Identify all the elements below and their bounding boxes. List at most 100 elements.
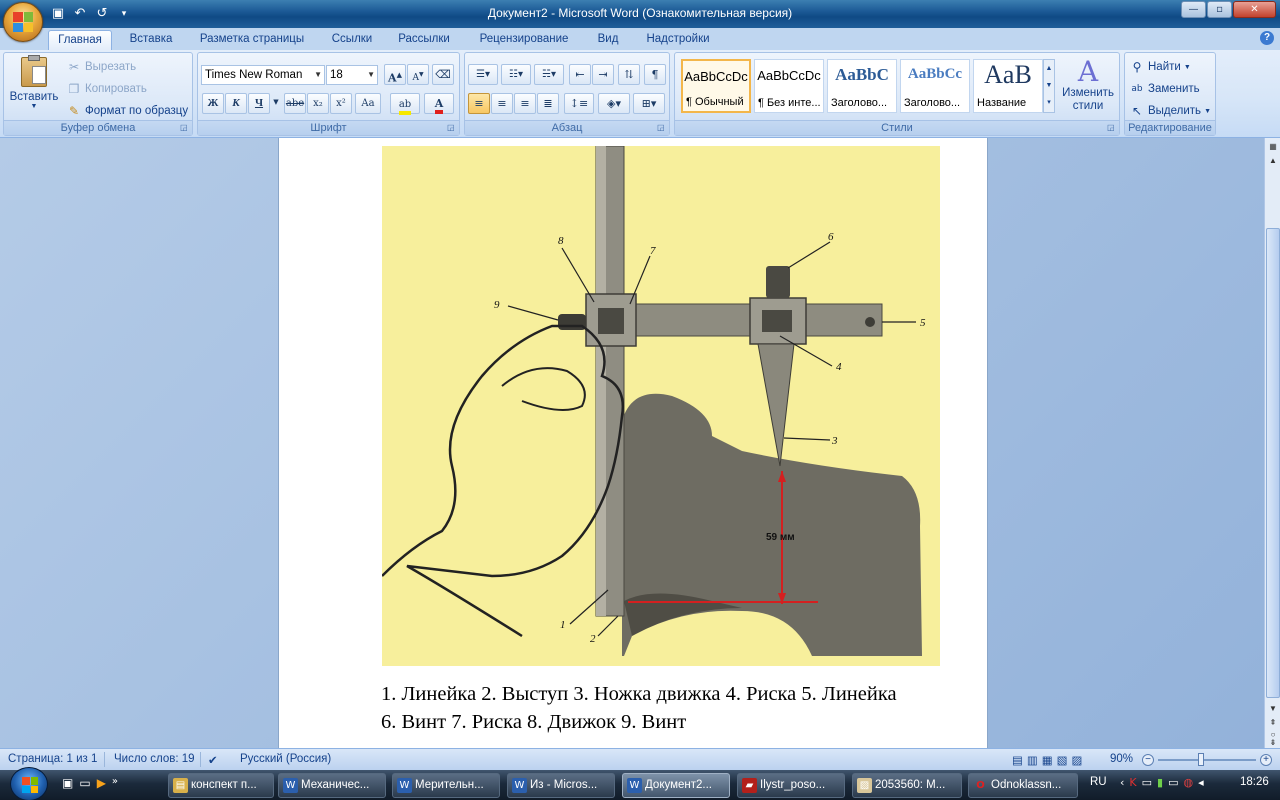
- tab-mailings[interactable]: Рассылки: [390, 30, 458, 50]
- taskbar-item[interactable]: ▤ конспект п...: [168, 773, 274, 798]
- format-painter-button[interactable]: ✎ Формат по образцу: [66, 103, 188, 119]
- increase-indent-button[interactable]: ⇥: [592, 64, 614, 85]
- zoom-level[interactable]: 90%: [1110, 753, 1133, 765]
- tab-references[interactable]: Ссылки: [322, 30, 382, 50]
- underline-options-button[interactable]: ▼: [271, 93, 281, 114]
- dialog-launcher-icon[interactable]: ◲: [180, 123, 190, 133]
- show-desktop-icon[interactable]: ▣: [62, 776, 73, 790]
- superscript-button[interactable]: x²: [330, 93, 352, 114]
- tab-home[interactable]: Главная: [48, 30, 112, 50]
- language-indicator[interactable]: Русский (Россия): [240, 753, 331, 765]
- taskbar-item[interactable]: ▰ Ilystr_poso...: [737, 773, 845, 798]
- media-player-icon[interactable]: ▶: [97, 776, 106, 790]
- zoom-out-icon[interactable]: −: [1142, 754, 1154, 766]
- style-heading-1[interactable]: AaBbC Заголово...: [827, 59, 897, 113]
- tab-insert[interactable]: Вставка: [120, 30, 182, 50]
- font-color-button[interactable]: A: [424, 93, 454, 114]
- network-icon[interactable]: ▮: [1157, 776, 1168, 789]
- more-icon[interactable]: »: [112, 776, 118, 790]
- dialog-launcher-icon[interactable]: ◲: [657, 123, 667, 133]
- cut-button[interactable]: ✂ Вырезать: [66, 59, 136, 75]
- scroll-up-icon[interactable]: ▲: [1266, 154, 1280, 168]
- taskbar-item[interactable]: W Из - Micros...: [507, 773, 615, 798]
- replace-button[interactable]: ab Заменить: [1129, 81, 1199, 97]
- italic-button[interactable]: К: [225, 93, 247, 114]
- find-button[interactable]: ⚲ Найти ▼: [1129, 59, 1191, 75]
- caliper-figure[interactable]: 8 7 9 6 5 4 3 1 2 59 мм: [382, 146, 940, 666]
- spellcheck-icon[interactable]: ✔: [208, 753, 218, 767]
- font-name-select[interactable]: Times New Roman ▼: [201, 65, 325, 85]
- tab-addins[interactable]: Надстройки: [636, 30, 720, 50]
- shrink-font-button[interactable]: A▼: [407, 64, 429, 85]
- security-icon[interactable]: ◍: [1184, 776, 1199, 789]
- vertical-scrollbar[interactable]: ▦ ▲ ▼ ⇞ ○ ⇟: [1264, 138, 1280, 748]
- underline-button[interactable]: Ч: [248, 93, 270, 114]
- taskbar-item[interactable]: ▨ 2053560: M...: [852, 773, 962, 798]
- word-count[interactable]: Число слов: 19: [114, 753, 195, 765]
- taskbar-item[interactable]: O Odnoklassn...: [968, 773, 1078, 798]
- figure-caption[interactable]: 1. Линейка 2. Выступ 3. Ножка движка 4. …: [381, 680, 951, 736]
- clear-formatting-button[interactable]: ⌫: [432, 64, 454, 85]
- style-title[interactable]: AaB Название: [973, 59, 1043, 113]
- maximize-button[interactable]: ▫: [1207, 1, 1232, 18]
- tab-review[interactable]: Рецензирование: [468, 30, 580, 50]
- decrease-indent-button[interactable]: ⇤: [569, 64, 591, 85]
- font-size-select[interactable]: 18 ▼: [326, 65, 378, 85]
- style-heading-2[interactable]: AaBbCc Заголово...: [900, 59, 970, 113]
- volume-icon[interactable]: ◂: [1198, 776, 1209, 789]
- align-right-button[interactable]: ≡: [514, 93, 536, 114]
- scroll-down-icon[interactable]: ▼: [1266, 702, 1280, 716]
- bullets-button[interactable]: ☰▾: [468, 64, 498, 85]
- next-page-icon[interactable]: ⇟: [1266, 736, 1280, 748]
- highlight-button[interactable]: ab: [390, 93, 420, 115]
- multilevel-list-button[interactable]: ☵▾: [534, 64, 564, 85]
- strikethrough-button[interactable]: abe: [284, 93, 306, 114]
- zoom-slider[interactable]: − +: [1142, 753, 1272, 766]
- start-button[interactable]: [10, 767, 48, 800]
- style-no-spacing[interactable]: AaBbCcDc ¶ Без инте...: [754, 59, 824, 113]
- change-styles-button[interactable]: A Изменить стили: [1059, 57, 1117, 119]
- help-icon[interactable]: ?: [1260, 31, 1274, 45]
- borders-button[interactable]: ⊞▾: [633, 93, 665, 114]
- minimize-button[interactable]: —: [1181, 1, 1206, 18]
- subscript-button[interactable]: x₂: [307, 93, 329, 114]
- language-bar[interactable]: RU: [1090, 776, 1107, 788]
- ruler-toggle-icon[interactable]: ▦: [1266, 140, 1280, 154]
- align-left-button[interactable]: ≡: [468, 93, 490, 114]
- change-case-button[interactable]: Aa: [355, 93, 381, 114]
- align-center-icon: ≡: [497, 97, 507, 110]
- styles-scroll[interactable]: ▲ ▼ ▾: [1043, 59, 1055, 113]
- explorer-icon[interactable]: ▭: [79, 776, 90, 790]
- view-buttons[interactable]: ▤▥▦▧▨: [1012, 753, 1086, 767]
- justify-button[interactable]: ≣: [537, 93, 559, 114]
- select-button[interactable]: ↖ Выделить ▼: [1129, 103, 1211, 119]
- dialog-launcher-icon[interactable]: ◲: [1107, 123, 1117, 133]
- show-marks-button[interactable]: ¶: [644, 64, 666, 85]
- tab-page-layout[interactable]: Разметка страницы: [192, 30, 312, 50]
- zoom-in-icon[interactable]: +: [1260, 754, 1272, 766]
- clock[interactable]: 18:26: [1240, 776, 1269, 788]
- sort-button[interactable]: ⇅: [618, 64, 640, 85]
- style-normal[interactable]: AaBbCcDc ¶ Обычный: [681, 59, 751, 113]
- line-spacing-button[interactable]: ↕≡: [564, 93, 594, 114]
- tab-view[interactable]: Вид: [588, 30, 628, 50]
- shading-button[interactable]: ◈▾: [598, 93, 630, 114]
- copy-button[interactable]: ❐ Копировать: [66, 81, 147, 97]
- close-button[interactable]: ✕: [1233, 1, 1276, 18]
- tray-icons[interactable]: ‹K▭▮▭◍◂: [1120, 776, 1209, 789]
- paste-button[interactable]: Вставить ▼: [8, 55, 60, 119]
- bold-button[interactable]: Ж: [202, 93, 224, 114]
- zoom-thumb[interactable]: [1198, 753, 1204, 766]
- taskbar-item[interactable]: W Механичес...: [278, 773, 386, 798]
- numbering-button[interactable]: ☷▾: [501, 64, 531, 85]
- scroll-thumb[interactable]: [1266, 228, 1280, 698]
- office-button[interactable]: [3, 2, 43, 42]
- align-center-button[interactable]: ≡: [491, 93, 513, 114]
- taskbar-item[interactable]: W Мерительн...: [392, 773, 500, 798]
- antivirus-icon[interactable]: K: [1129, 776, 1141, 789]
- taskbar-item-active[interactable]: W Документ2...: [622, 773, 730, 798]
- taskbar-item-label: Механичес...: [301, 779, 370, 791]
- grow-font-button[interactable]: A▲: [384, 64, 406, 85]
- page-count[interactable]: Страница: 1 из 1: [8, 753, 97, 765]
- dialog-launcher-icon[interactable]: ◲: [447, 123, 457, 133]
